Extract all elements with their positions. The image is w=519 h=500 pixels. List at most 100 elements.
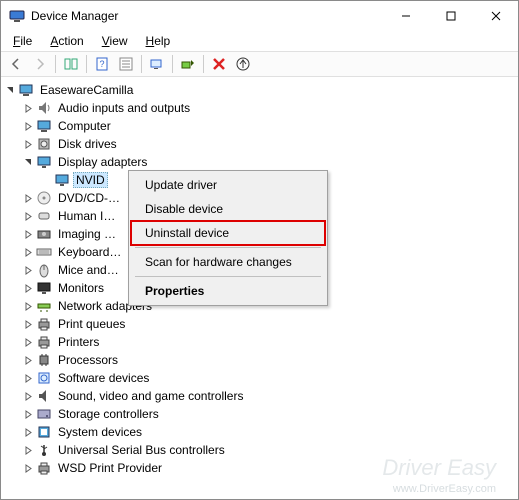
uninstall-button[interactable] (208, 53, 230, 75)
menubar: FileActionViewHelp (1, 31, 518, 51)
tree-node-label: EasewareCamilla (37, 82, 136, 98)
monitor-icon (36, 280, 52, 296)
tree-node[interactable]: System devices (3, 423, 516, 441)
forward-button[interactable] (29, 53, 51, 75)
context-menu-separator (135, 276, 321, 277)
context-menu-update-driver[interactable]: Update driver (131, 173, 325, 197)
expand-icon[interactable] (21, 317, 35, 331)
tree-node-label: WSD Print Provider (55, 460, 165, 476)
tree-node-label: Processors (55, 352, 121, 368)
context-menu-properties[interactable]: Properties (131, 279, 325, 303)
expand-icon[interactable] (21, 443, 35, 457)
dvd-icon (36, 190, 52, 206)
menu-file[interactable]: File (5, 32, 40, 50)
expand-icon[interactable] (21, 407, 35, 421)
display-icon (36, 154, 52, 170)
tree-node-label: System devices (55, 424, 145, 440)
toolbar-separator (141, 55, 142, 73)
tree-node-label: Audio inputs and outputs (55, 100, 193, 116)
toolbar: ? (1, 51, 518, 77)
system-icon (36, 424, 52, 440)
tree-node[interactable]: Storage controllers (3, 405, 516, 423)
tree-node[interactable]: WSD Print Provider (3, 459, 516, 477)
expand-icon[interactable] (21, 191, 35, 205)
tree-node[interactable]: Software devices (3, 369, 516, 387)
context-menu-disable-device[interactable]: Disable device (131, 197, 325, 221)
computer-icon (18, 82, 34, 98)
menu-help[interactable]: Help (138, 32, 179, 50)
tree-node[interactable]: Sound, video and game controllers (3, 387, 516, 405)
expand-icon[interactable] (21, 353, 35, 367)
collapse-icon[interactable] (21, 155, 35, 169)
keyboard-icon (36, 244, 52, 260)
expand-icon[interactable] (21, 425, 35, 439)
computer-icon (36, 118, 52, 134)
minimize-button[interactable] (383, 1, 428, 31)
software-icon (36, 370, 52, 386)
expand-icon[interactable] (21, 263, 35, 277)
update-driver-button[interactable] (232, 53, 254, 75)
printer-icon (36, 460, 52, 476)
tree-node-label: Storage controllers (55, 406, 162, 422)
tree-node[interactable]: Processors (3, 351, 516, 369)
tree-node-label: Display adapters (55, 154, 150, 170)
expand-icon[interactable] (21, 137, 35, 151)
tree-node-label: Software devices (55, 370, 152, 386)
device-manager-window: Device Manager FileActionViewHelp ? Ease… (0, 0, 519, 500)
expand-icon[interactable] (21, 389, 35, 403)
expand-icon[interactable] (21, 299, 35, 313)
tree-node-label: DVD/CD-… (55, 190, 123, 206)
enable-button[interactable] (177, 53, 199, 75)
toolbar-separator (203, 55, 204, 73)
help-button[interactable]: ? (91, 53, 113, 75)
show-hide-console-button[interactable] (60, 53, 82, 75)
menu-view[interactable]: View (94, 32, 136, 50)
usb-icon (36, 442, 52, 458)
expand-icon[interactable] (21, 371, 35, 385)
expand-icon[interactable] (21, 227, 35, 241)
printer-icon (36, 334, 52, 350)
expand-icon[interactable] (21, 461, 35, 475)
expand-icon[interactable] (21, 101, 35, 115)
tree-node[interactable]: Audio inputs and outputs (3, 99, 516, 117)
network-icon (36, 298, 52, 314)
expand-icon[interactable] (21, 281, 35, 295)
toolbar-separator (86, 55, 87, 73)
cpu-icon (36, 352, 52, 368)
context-menu-separator (135, 247, 321, 248)
svg-text:?: ? (99, 59, 104, 69)
close-button[interactable] (473, 1, 518, 31)
maximize-button[interactable] (428, 1, 473, 31)
expand-icon[interactable] (21, 245, 35, 259)
titlebar: Device Manager (1, 1, 518, 31)
tree-node[interactable]: EasewareCamilla (3, 81, 516, 99)
tree-node[interactable]: Display adapters (3, 153, 516, 171)
back-button[interactable] (5, 53, 27, 75)
window-controls (383, 1, 518, 31)
expand-icon[interactable] (21, 119, 35, 133)
scan-button[interactable] (146, 53, 168, 75)
window-title: Device Manager (31, 9, 383, 23)
tree-node[interactable]: Computer (3, 117, 516, 135)
menu-action[interactable]: Action (42, 32, 91, 50)
mouse-icon (36, 262, 52, 278)
tree-node[interactable]: Universal Serial Bus controllers (3, 441, 516, 459)
tree-node-label: Sound, video and game controllers (55, 388, 246, 404)
sound-icon (36, 388, 52, 404)
toolbar-separator (172, 55, 173, 73)
disk-icon (36, 136, 52, 152)
tree-node-label: Print queues (55, 316, 128, 332)
tree-node-label: Human I… (55, 208, 118, 224)
expand-icon[interactable] (21, 335, 35, 349)
tree-node-label: Mice and… (55, 262, 122, 278)
hid-icon (36, 208, 52, 224)
tree-node[interactable]: Disk drives (3, 135, 516, 153)
context-menu-uninstall-device[interactable]: Uninstall device (131, 221, 325, 245)
collapse-icon[interactable] (3, 83, 17, 97)
context-menu-scan-for-hardware-changes[interactable]: Scan for hardware changes (131, 250, 325, 274)
tree-node[interactable]: Print queues (3, 315, 516, 333)
imaging-icon (36, 226, 52, 242)
properties-button[interactable] (115, 53, 137, 75)
expand-icon[interactable] (21, 209, 35, 223)
tree-node[interactable]: Printers (3, 333, 516, 351)
